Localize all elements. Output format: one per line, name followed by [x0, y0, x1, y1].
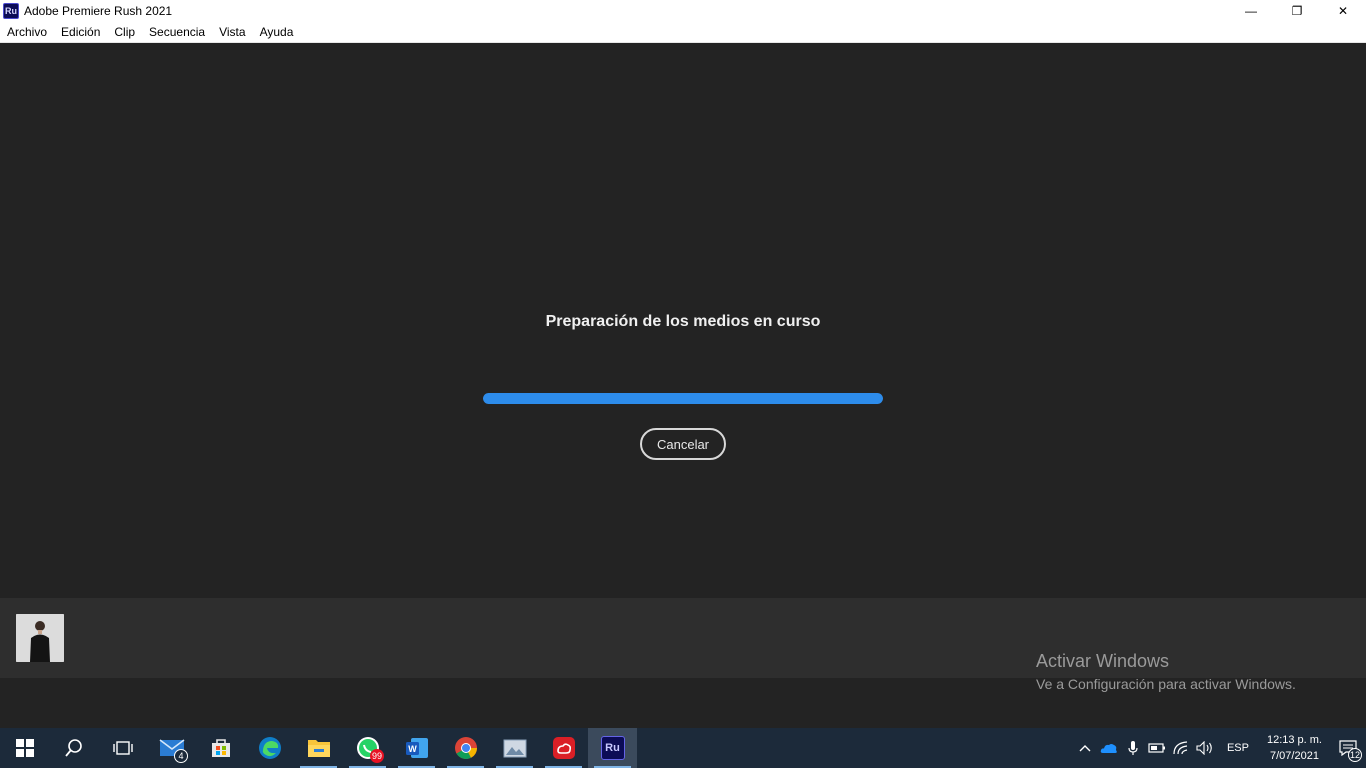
folder-icon [307, 740, 330, 757]
store-icon [211, 739, 230, 757]
word-icon: W [405, 738, 428, 758]
battery-icon [1148, 743, 1165, 753]
taskbar-photos[interactable] [490, 728, 539, 768]
system-clock[interactable]: 12:13 p. m. 7/07/2021 [1259, 732, 1330, 764]
person-thumbnail-image [16, 614, 64, 662]
title-bar: Ru Adobe Premiere Rush 2021 — ❐ ✕ [0, 0, 1366, 22]
taskbar-edge[interactable] [245, 728, 294, 768]
wifi-icon [1173, 741, 1188, 755]
taskbar-whatsapp[interactable]: 99 [343, 728, 392, 768]
activate-windows-subtitle: Ve a Configuración para activar Windows. [1036, 676, 1296, 692]
taskbar-store[interactable] [196, 728, 245, 768]
task-view-icon [112, 741, 133, 755]
menu-ayuda[interactable]: Ayuda [253, 22, 301, 43]
menu-clip[interactable]: Clip [107, 22, 142, 43]
edge-icon [258, 737, 281, 759]
onedrive-tray[interactable] [1097, 728, 1121, 768]
chrome-icon [454, 737, 477, 759]
close-button[interactable]: ✕ [1320, 0, 1366, 22]
menu-edicion[interactable]: Edición [54, 22, 107, 43]
microphone-icon [1128, 741, 1138, 755]
onedrive-cloud-icon [1100, 744, 1117, 753]
action-center-button[interactable]: 12 [1330, 728, 1366, 768]
task-view-button[interactable] [98, 728, 147, 768]
minimize-button[interactable]: — [1228, 0, 1274, 22]
start-button[interactable] [0, 728, 49, 768]
activate-windows-watermark: Activar Windows Ve a Configuración para … [1036, 651, 1296, 692]
system-tray: ESP 12:13 p. m. 7/07/2021 12 [1073, 728, 1366, 768]
cancel-button[interactable]: Cancelar [640, 428, 726, 460]
taskbar-premiere-rush[interactable]: Ru [588, 728, 637, 768]
restore-button[interactable]: ❐ [1274, 0, 1320, 22]
premiere-rush-icon: Ru [600, 736, 625, 760]
progress-bar [483, 393, 883, 404]
taskbar-creative-cloud[interactable] [539, 728, 588, 768]
menu-archivo[interactable]: Archivo [0, 22, 54, 43]
progress-bar-fill [483, 393, 883, 404]
volume-tray[interactable] [1193, 728, 1217, 768]
window-controls: — ❐ ✕ [1228, 0, 1366, 22]
creative-cloud-icon [552, 737, 575, 759]
battery-tray[interactable] [1145, 728, 1169, 768]
notification-count-badge: 12 [1348, 748, 1362, 762]
menu-bar: Archivo Edición Clip Secuencia Vista Ayu… [0, 22, 1366, 43]
clock-date: 7/07/2021 [1270, 750, 1319, 762]
show-hidden-icons-button[interactable] [1073, 728, 1097, 768]
svg-text:W: W [408, 744, 417, 754]
input-language[interactable]: ESP [1217, 742, 1259, 754]
whatsapp-badge: 99 [369, 749, 384, 763]
window-title: Adobe Premiere Rush 2021 [24, 4, 173, 18]
menu-vista[interactable]: Vista [212, 22, 252, 43]
photos-icon [503, 739, 526, 758]
network-tray[interactable] [1169, 728, 1193, 768]
premiere-rush-app-icon: Ru [3, 3, 19, 19]
progress-title: Preparación de los medios en curso [545, 313, 821, 330]
activate-windows-title: Activar Windows [1036, 651, 1170, 671]
taskbar-mail[interactable]: 4 [147, 728, 196, 768]
taskbar-chrome[interactable] [441, 728, 490, 768]
media-thumbnail[interactable] [16, 614, 64, 662]
search-button[interactable] [49, 728, 98, 768]
taskbar-word[interactable]: W [392, 728, 441, 768]
chevron-up-icon [1079, 745, 1091, 752]
clock-time: 12:13 p. m. [1266, 734, 1322, 746]
speaker-icon [1196, 741, 1212, 755]
menu-secuencia[interactable]: Secuencia [142, 22, 212, 43]
main-panel: Preparación de los medios en curso Cance… [0, 43, 1366, 598]
mail-badge: 4 [174, 749, 188, 763]
taskbar: 4 99 W Ru ESP 12:13 p. m. 7/07/2021 12 [0, 728, 1366, 768]
microphone-tray[interactable] [1121, 728, 1145, 768]
windows-logo-icon [15, 739, 34, 757]
search-icon [64, 739, 82, 757]
taskbar-file-explorer[interactable] [294, 728, 343, 768]
